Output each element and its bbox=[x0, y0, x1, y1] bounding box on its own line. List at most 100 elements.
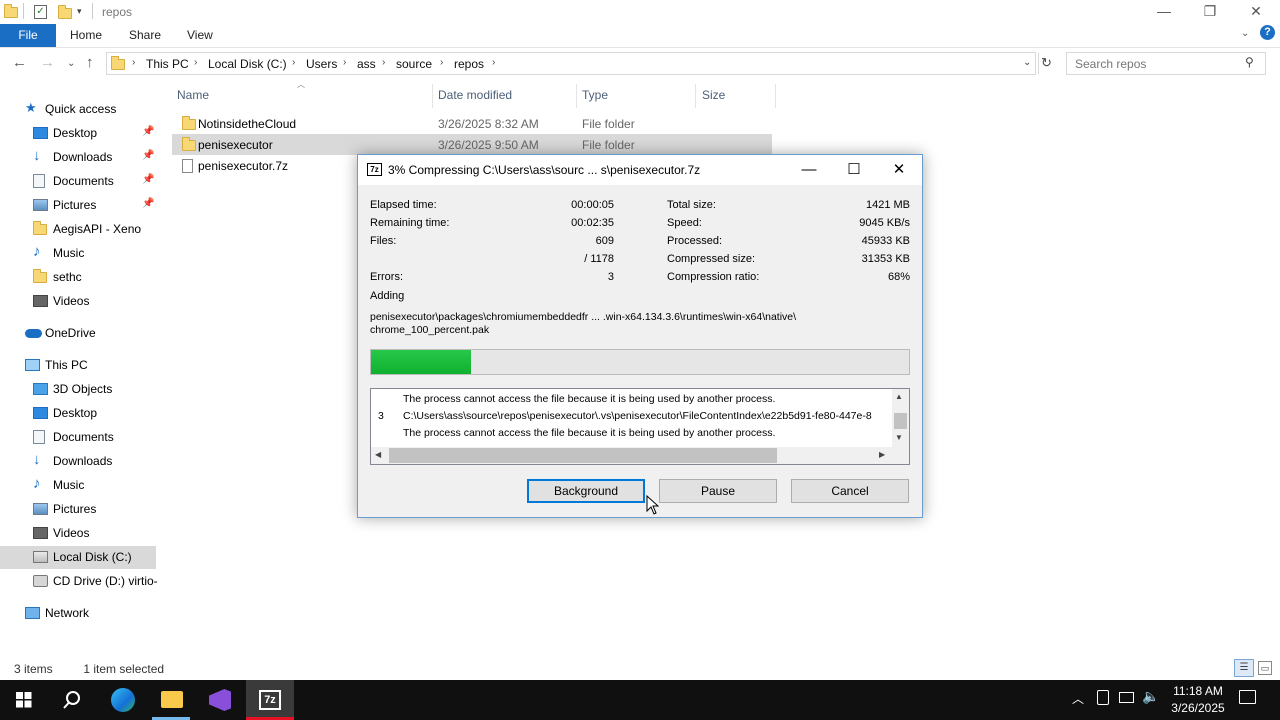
nav-label: Music bbox=[53, 478, 85, 492]
horizontal-scroll-thumb[interactable] bbox=[389, 448, 777, 463]
chevron-right-icon[interactable]: › bbox=[492, 57, 495, 68]
column-name[interactable]: Name bbox=[177, 88, 209, 102]
network-tray-icon[interactable] bbox=[1119, 692, 1134, 703]
nav-item-sethc[interactable]: sethc bbox=[0, 266, 156, 288]
scroll-down-icon[interactable]: ▼ bbox=[895, 433, 903, 442]
pause-button[interactable]: Pause bbox=[659, 479, 777, 503]
file-explorer-taskbar-button[interactable] bbox=[147, 680, 195, 720]
chevron-right-icon[interactable]: › bbox=[382, 57, 385, 68]
scroll-left-icon[interactable]: ◀ bbox=[375, 450, 381, 459]
chevron-right-icon[interactable]: › bbox=[440, 57, 443, 68]
up-icon[interactable]: ↑ bbox=[86, 54, 94, 71]
cancel-button[interactable]: Cancel bbox=[791, 479, 909, 503]
nav-onedrive[interactable]: OneDrive bbox=[0, 322, 156, 344]
minimize-button[interactable]: — bbox=[1141, 0, 1187, 24]
vertical-scroll-thumb[interactable] bbox=[894, 413, 907, 429]
chevron-right-icon[interactable]: › bbox=[194, 57, 197, 68]
refresh-icon[interactable]: ↻ bbox=[1041, 55, 1052, 71]
nav-item-local-disk[interactable]: Local Disk (C:) bbox=[0, 546, 156, 569]
nav-item-pc-desktop[interactable]: Desktop bbox=[0, 402, 156, 424]
crumb-users[interactable]: Users bbox=[306, 57, 337, 71]
nav-item-aegisapi[interactable]: AegisAPI - Xeno bbox=[0, 218, 156, 240]
files-total-value: / 1178 bbox=[584, 253, 614, 265]
crumb-source[interactable]: source bbox=[396, 57, 432, 71]
volume-muted-icon[interactable]: 🔈 bbox=[1142, 688, 1159, 705]
crumb-this-pc[interactable]: This PC bbox=[146, 57, 189, 71]
nav-quick-access[interactable]: ★ Quick access bbox=[0, 98, 156, 120]
edge-taskbar-button[interactable] bbox=[98, 680, 146, 720]
chevron-right-icon[interactable]: › bbox=[132, 57, 135, 68]
qat-dropdown-icon[interactable]: ▾ bbox=[77, 6, 82, 17]
compressed-size-value: 31353 KB bbox=[861, 253, 910, 265]
forward-icon[interactable]: → bbox=[40, 54, 55, 71]
errors-value: 3 bbox=[607, 271, 614, 283]
tray-chevron-up-icon[interactable]: ︿ bbox=[1072, 690, 1084, 707]
large-icons-view-icon[interactable]: ▭ bbox=[1258, 661, 1272, 675]
back-icon[interactable]: ← bbox=[12, 54, 27, 71]
dialog-maximize-button[interactable]: ☐ bbox=[839, 159, 869, 181]
expand-ribbon-icon[interactable]: ⌄ bbox=[1241, 28, 1249, 39]
notifications-icon[interactable] bbox=[1239, 690, 1256, 704]
nav-item-desktop[interactable]: Desktop 📌 bbox=[0, 122, 156, 144]
file-row-selected[interactable]: penisexecutor 3/26/2025 9:50 AM File fol… bbox=[172, 134, 772, 155]
tab-home[interactable]: Home bbox=[70, 28, 102, 42]
tab-share[interactable]: Share bbox=[129, 28, 161, 42]
chevron-right-icon[interactable]: › bbox=[292, 57, 295, 68]
crumb-ass[interactable]: ass bbox=[357, 57, 376, 71]
search-icon[interactable]: ⚲ bbox=[1245, 55, 1254, 69]
nav-item-pc-music[interactable]: ♪ Music bbox=[0, 474, 156, 496]
tab-view[interactable]: View bbox=[187, 28, 213, 42]
nav-item-music[interactable]: ♪ Music bbox=[0, 242, 156, 264]
new-folder-icon[interactable] bbox=[58, 5, 72, 19]
nav-network[interactable]: Network bbox=[0, 602, 156, 624]
close-button[interactable]: ✕ bbox=[1233, 0, 1279, 24]
chevron-right-icon[interactable]: › bbox=[343, 57, 346, 68]
column-divider[interactable] bbox=[432, 84, 433, 108]
nav-item-cd-drive[interactable]: CD Drive (D:) virtio- bbox=[0, 570, 158, 592]
background-button[interactable]: Background bbox=[527, 479, 645, 503]
column-size[interactable]: Size bbox=[702, 88, 725, 102]
pin-icon[interactable]: 📌 bbox=[142, 150, 154, 161]
file-row[interactable]: NotinsidetheCloud 3/26/2025 8:32 AM File… bbox=[172, 113, 772, 134]
nav-item-pc-pictures[interactable]: Pictures bbox=[0, 498, 156, 520]
column-date[interactable]: Date modified bbox=[438, 88, 512, 102]
scroll-up-icon[interactable]: ▲ bbox=[895, 392, 903, 401]
remaining-label: Remaining time: bbox=[370, 217, 450, 229]
nav-item-3d-objects[interactable]: 3D Objects bbox=[0, 378, 156, 400]
address-dropdown-icon[interactable]: ⌄ bbox=[1023, 57, 1031, 68]
column-divider[interactable] bbox=[695, 84, 696, 108]
pin-icon[interactable]: 📌 bbox=[142, 126, 154, 137]
nav-this-pc[interactable]: This PC bbox=[0, 354, 156, 376]
details-view-icon[interactable]: ☰ bbox=[1234, 659, 1254, 677]
7zip-taskbar-button[interactable]: 7z bbox=[246, 680, 294, 720]
nav-item-pc-documents[interactable]: Documents bbox=[0, 426, 156, 448]
nav-item-pc-downloads[interactable]: ↓ Downloads bbox=[0, 450, 156, 472]
nav-item-pc-videos[interactable]: Videos bbox=[0, 522, 156, 544]
nav-item-pictures[interactable]: Pictures 📌 bbox=[0, 194, 156, 216]
help-icon[interactable]: ? bbox=[1260, 25, 1275, 40]
file-tab[interactable]: File bbox=[0, 24, 56, 47]
taskbar-clock[interactable]: 11:18 AM 3/26/2025 bbox=[1168, 683, 1228, 717]
start-button[interactable] bbox=[0, 680, 48, 720]
pin-icon[interactable]: 📌 bbox=[142, 174, 154, 185]
recent-locations-icon[interactable]: ⌄ bbox=[67, 58, 75, 69]
restore-button[interactable]: ❐ bbox=[1187, 0, 1233, 24]
nav-item-documents[interactable]: Documents 📌 bbox=[0, 170, 156, 192]
error-list[interactable]: The process cannot access the file becau… bbox=[370, 388, 910, 465]
scroll-right-icon[interactable]: ▶ bbox=[879, 450, 885, 459]
column-type[interactable]: Type bbox=[582, 88, 608, 102]
device-icon[interactable] bbox=[1097, 690, 1109, 705]
nav-item-videos[interactable]: Videos bbox=[0, 290, 156, 312]
crumb-repos[interactable]: repos bbox=[454, 57, 484, 71]
visual-studio-taskbar-button[interactable] bbox=[196, 680, 244, 720]
crumb-local-disk[interactable]: Local Disk (C:) bbox=[208, 57, 287, 71]
column-divider[interactable] bbox=[576, 84, 577, 108]
search-taskbar-button[interactable] bbox=[48, 680, 96, 720]
nav-item-downloads[interactable]: ↓ Downloads 📌 bbox=[0, 146, 156, 168]
properties-icon[interactable]: ✓ bbox=[34, 5, 47, 19]
nav-label: Desktop bbox=[53, 406, 98, 420]
dialog-close-button[interactable]: ✕ bbox=[884, 159, 914, 181]
column-divider[interactable] bbox=[775, 84, 776, 108]
dialog-minimize-button[interactable]: — bbox=[794, 159, 824, 181]
pin-icon[interactable]: 📌 bbox=[142, 198, 154, 209]
